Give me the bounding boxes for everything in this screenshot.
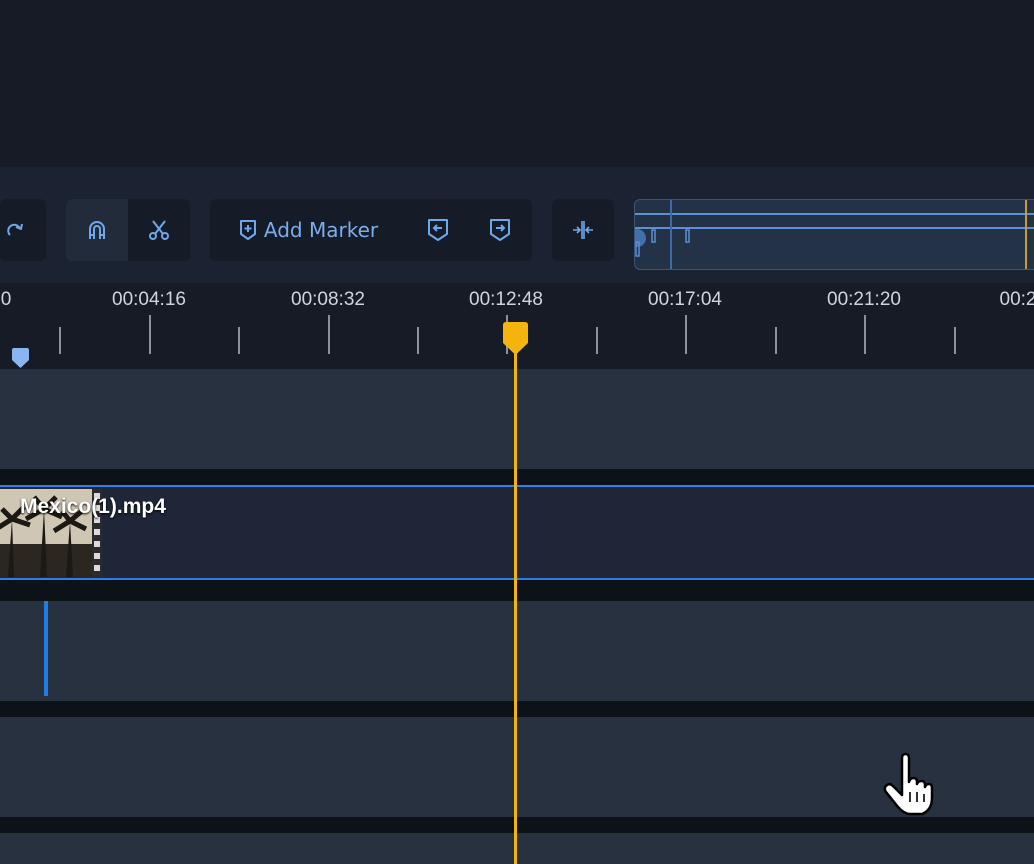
- track-divider: [0, 817, 1034, 833]
- major-tick: [149, 315, 151, 354]
- major-tick: [864, 315, 866, 354]
- track-empty-1[interactable]: [0, 369, 1034, 469]
- preview-area: [0, 0, 1034, 167]
- magnet-snap-button[interactable]: [66, 199, 128, 261]
- hand-cursor-icon: [883, 752, 934, 816]
- magnet-icon: [89, 221, 105, 239]
- ruler-label: 00:04:16: [112, 289, 186, 310]
- track-divider: [0, 469, 1034, 485]
- track-empty-2[interactable]: [0, 717, 1034, 817]
- previous-marker-button[interactable]: [410, 199, 466, 261]
- minor-tick: [59, 327, 61, 354]
- next-marker-icon: [490, 219, 510, 241]
- minimap-overview: [635, 200, 1034, 269]
- playhead-line[interactable]: [514, 345, 517, 864]
- minor-tick: [238, 327, 240, 354]
- scissors-icon: [149, 220, 169, 240]
- track-divider: [0, 701, 1034, 717]
- minor-tick: [775, 327, 777, 354]
- redo-icon: [7, 223, 23, 236]
- redo-button[interactable]: [0, 199, 30, 261]
- ruler-label: 00:17:04: [648, 289, 722, 310]
- prev-marker-icon: [428, 219, 448, 241]
- major-tick: [328, 315, 330, 354]
- playhead-handle[interactable]: [503, 322, 528, 355]
- timeline-minimap[interactable]: [634, 199, 1034, 270]
- track-insert-indicator: [44, 601, 48, 696]
- major-tick: [685, 315, 687, 354]
- fit-timeline-icon: [573, 221, 593, 239]
- ruler-label: 0: [0, 289, 12, 310]
- next-marker-button[interactable]: [472, 199, 528, 261]
- track-empty-3[interactable]: [0, 833, 1034, 864]
- ruler-label: 00:12:48: [469, 289, 543, 310]
- clip-name: Mexico(1).mp4: [20, 495, 166, 518]
- minor-tick: [596, 327, 598, 354]
- track-audio[interactable]: [0, 601, 1034, 701]
- split-button[interactable]: [128, 199, 190, 261]
- ruler-label: 00:2: [999, 289, 1034, 310]
- marker-add-icon: [239, 220, 256, 240]
- add-marker-button[interactable]: Add Marker: [210, 199, 406, 261]
- minor-tick: [417, 327, 419, 354]
- timeline-start-handle[interactable]: [12, 348, 29, 368]
- minor-tick: [954, 327, 956, 354]
- add-marker-label: Add Marker: [263, 218, 379, 242]
- ruler-label: 00:21:20: [827, 289, 901, 310]
- ruler-label: 00:08:32: [291, 289, 365, 310]
- track-divider: [0, 580, 1034, 601]
- fit-timeline-button[interactable]: [552, 199, 614, 261]
